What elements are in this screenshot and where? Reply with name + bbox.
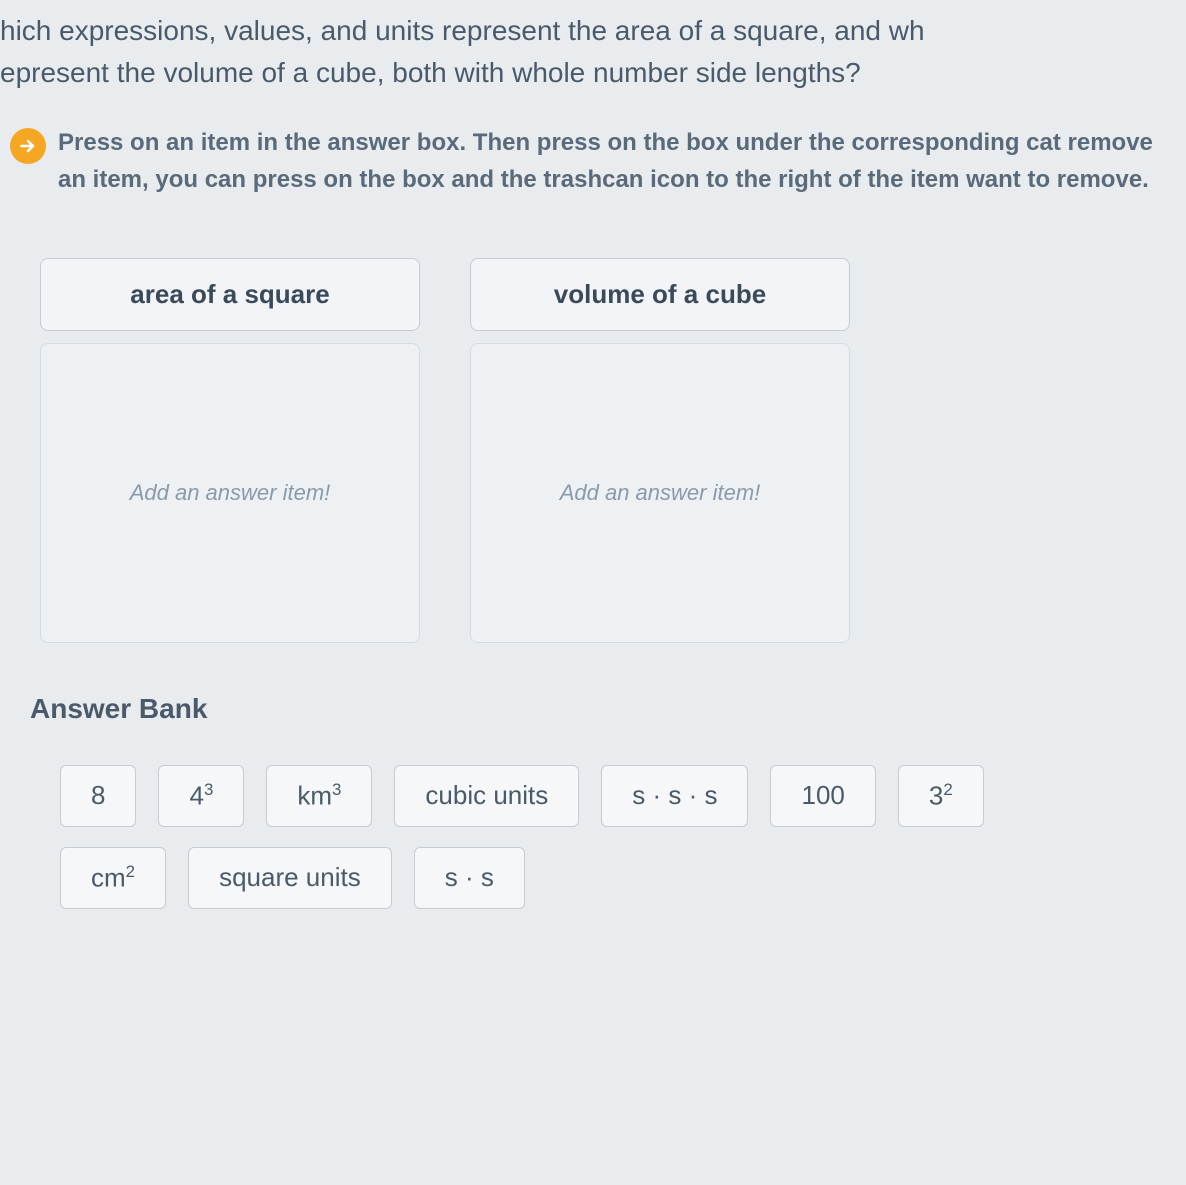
category-area-square: area of a square Add an answer item! [40, 258, 420, 643]
category-volume-cube: volume of a cube Add an answer item! [470, 258, 850, 643]
bank-item[interactable]: km3 [266, 765, 372, 827]
bank-item[interactable]: cubic units [394, 765, 579, 827]
drop-placeholder: Add an answer item! [130, 480, 331, 506]
answer-bank-section: Answer Bank 8 43 km3 cubic units s · s · s 10… [0, 643, 1186, 908]
bank-item[interactable]: square units [188, 847, 392, 909]
bank-item[interactable]: s · s [414, 847, 525, 909]
instruction-block: Press on an item in the answer box. Then… [0, 114, 1186, 228]
bank-row-1: 8 43 km3 cubic units s · s · s 100 32 [30, 765, 1186, 827]
bank-item[interactable]: 8 [60, 765, 136, 827]
question-text: hich expressions, values, and units repr… [0, 0, 1186, 114]
category-header-volume: volume of a cube [470, 258, 850, 331]
drop-zone-area[interactable]: Add an answer item! [40, 343, 420, 643]
instruction-text: Press on an item in the answer box. Then… [58, 124, 1186, 198]
bank-item[interactable]: 32 [898, 765, 984, 827]
category-header-area: area of a square [40, 258, 420, 331]
bank-item[interactable]: 43 [158, 765, 244, 827]
categories-row: area of a square Add an answer item! vol… [0, 228, 1186, 643]
bank-item[interactable]: 100 [770, 765, 875, 827]
drop-zone-volume[interactable]: Add an answer item! [470, 343, 850, 643]
bank-item[interactable]: cm2 [60, 847, 166, 909]
bank-row-2: cm2 square units s · s [30, 847, 1186, 909]
bank-item[interactable]: s · s · s [601, 765, 748, 827]
drop-placeholder: Add an answer item! [560, 480, 761, 506]
arrow-right-icon [10, 128, 46, 164]
answer-bank-title: Answer Bank [30, 693, 1186, 725]
